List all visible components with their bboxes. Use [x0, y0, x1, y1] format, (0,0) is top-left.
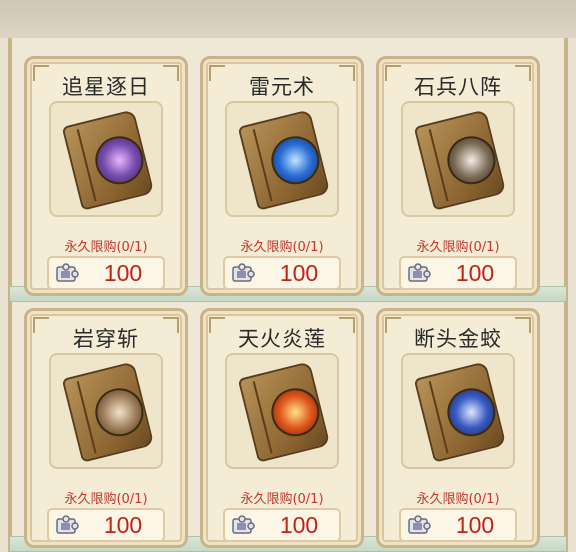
purchase-limit: 永久限购(0/1) — [240, 240, 324, 255]
purchase-limit: 永久限购(0/1) — [64, 240, 148, 255]
item-name: 石兵八阵 — [414, 75, 502, 99]
shop-item-card[interactable]: 断头金蛟 永久限购(0/1) 100 — [376, 308, 540, 548]
puzzle-piece-icon — [408, 263, 431, 282]
skill-book-icon — [413, 361, 507, 463]
buy-price-button[interactable]: 100 — [47, 256, 165, 290]
purchase-limit: 永久限购(0/1) — [64, 492, 148, 507]
puzzle-piece-icon — [232, 515, 255, 534]
buy-price-button[interactable]: 100 — [223, 508, 341, 542]
purchase-limit: 永久限购(0/1) — [416, 240, 500, 255]
item-name: 追星逐日 — [62, 75, 150, 99]
shop-item-card[interactable]: 追星逐日 永久限购(0/1) 100 — [24, 56, 188, 296]
item-image-frame — [49, 353, 163, 469]
buy-price-button[interactable]: 100 — [399, 256, 517, 290]
price-value: 100 — [103, 260, 143, 286]
item-image-frame — [401, 101, 515, 217]
top-banner-strip — [0, 0, 576, 38]
item-image-frame — [225, 353, 339, 469]
skill-book-icon — [237, 109, 331, 211]
item-image-frame — [401, 353, 515, 469]
purchase-limit: 永久限购(0/1) — [240, 492, 324, 507]
shop-item-card[interactable]: 雷元术 永久限购(0/1) 100 — [200, 56, 364, 296]
puzzle-piece-icon — [408, 515, 431, 534]
buy-price-button[interactable]: 100 — [223, 256, 341, 290]
skill-book-icon — [237, 361, 331, 463]
skill-book-icon — [61, 361, 155, 463]
price-value: 100 — [279, 260, 319, 286]
skill-book-icon — [61, 109, 155, 211]
price-value: 100 — [279, 512, 319, 538]
shop-item-card[interactable]: 天火炎莲 永久限购(0/1) 100 — [200, 308, 364, 548]
item-name: 断头金蛟 — [414, 327, 502, 351]
price-value: 100 — [455, 512, 495, 538]
price-value: 100 — [455, 260, 495, 286]
item-name: 岩穿斩 — [73, 327, 139, 351]
puzzle-piece-icon — [56, 515, 79, 534]
item-image-frame — [49, 101, 163, 217]
price-value: 100 — [103, 512, 143, 538]
puzzle-piece-icon — [232, 263, 255, 282]
shop-item-card[interactable]: 岩穿斩 永久限购(0/1) 100 — [24, 308, 188, 548]
item-name: 天火炎莲 — [238, 327, 326, 351]
purchase-limit: 永久限购(0/1) — [416, 492, 500, 507]
item-name: 雷元术 — [249, 75, 315, 99]
shop-item-card[interactable]: 石兵八阵 永久限购(0/1) 100 — [376, 56, 540, 296]
buy-price-button[interactable]: 100 — [399, 508, 517, 542]
skill-book-icon — [413, 109, 507, 211]
item-image-frame — [225, 101, 339, 217]
buy-price-button[interactable]: 100 — [47, 508, 165, 542]
puzzle-piece-icon — [56, 263, 79, 282]
